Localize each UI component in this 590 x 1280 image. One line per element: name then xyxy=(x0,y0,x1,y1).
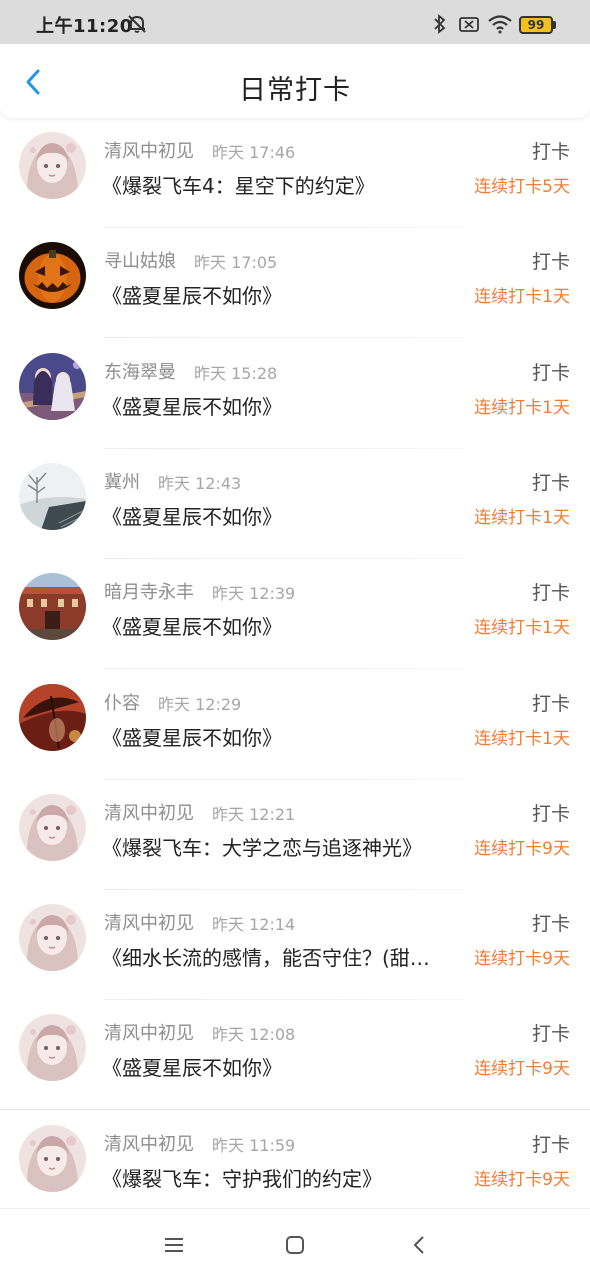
action-label: 打卡 xyxy=(531,1133,570,1156)
menu-icon[interactable] xyxy=(162,1233,186,1257)
book-title[interactable]: 《盛夏星辰不如你》 xyxy=(102,391,458,420)
streak-badge: 连续打卡5天 xyxy=(474,177,570,197)
user-name[interactable]: 清风中初见 xyxy=(104,137,194,163)
post-time: 昨天 12:08 xyxy=(212,1025,296,1045)
post-time: 昨天 12:14 xyxy=(212,915,296,935)
book-title[interactable]: 《爆裂飞车：大学之恋与追逐神光》 xyxy=(102,832,458,861)
avatar[interactable] xyxy=(19,573,86,641)
no-sim-icon xyxy=(459,17,479,32)
checkin-item[interactable]: 清风中初见 昨天 12:14 打卡《细水长流的感情，能否守住？(甜… 连续打卡9天 xyxy=(0,890,590,1001)
user-name[interactable]: 寻山姑娘 xyxy=(104,247,176,273)
streak-badge: 连续打卡9天 xyxy=(474,949,570,970)
action-label: 打卡 xyxy=(531,692,570,715)
checkin-item[interactable]: 东海翠曼 昨天 15:28 打卡《盛夏星辰不如你》 连续打卡1天 xyxy=(0,339,590,449)
wifi-icon xyxy=(488,15,512,34)
checkin-item[interactable]: 仆容 昨天 12:29 打卡《盛夏星辰不如你》 连续打卡1天 xyxy=(0,670,590,780)
streak-badge: 连续打卡1天 xyxy=(474,287,570,308)
avatar[interactable] xyxy=(19,683,86,751)
book-title[interactable]: 《盛夏星辰不如你》 xyxy=(102,1052,458,1081)
action-label: 打卡 xyxy=(531,251,570,274)
streak-badge: 连续打卡1天 xyxy=(474,728,570,749)
book-title[interactable]: 《盛夏星辰不如你》 xyxy=(102,501,458,530)
book-title[interactable]: 《盛夏星辰不如你》 xyxy=(102,280,458,309)
checkin-item[interactable]: 清风中初见 昨天 12:08 打卡《盛夏星辰不如你》 连续打卡9天 xyxy=(0,1000,590,1111)
streak-badge: 连续打卡9天 xyxy=(474,1169,570,1190)
user-name[interactable]: 暗月寺永丰 xyxy=(104,578,194,604)
streak-badge: 连续打卡1天 xyxy=(474,618,570,639)
checkin-item[interactable]: 暗月寺永丰 昨天 12:39 打卡《盛夏星辰不如你》 连续打卡1天 xyxy=(0,559,590,670)
post-time: 昨天 12:39 xyxy=(212,584,296,604)
avatar[interactable] xyxy=(19,904,86,972)
post-time: 昨天 17:46 xyxy=(212,143,296,162)
user-name[interactable]: 清风中初见 xyxy=(104,1019,194,1045)
checkin-item[interactable]: 清风中初见 昨天 11:59 打卡《爆裂飞车：守护我们的约定》 连续打卡9天 xyxy=(0,1111,590,1208)
post-time: 昨天 15:28 xyxy=(194,363,278,383)
action-label: 打卡 xyxy=(531,913,570,936)
action-label: 打卡 xyxy=(531,471,570,494)
post-time: 昨天 12:29 xyxy=(158,694,242,714)
streak-badge: 连续打卡9天 xyxy=(474,1059,570,1080)
action-label: 打卡 xyxy=(531,361,570,384)
checkin-item[interactable]: 清风中初见 昨天 17:46 打卡《爆裂飞车4：星空下的约定》 连续打卡5天 xyxy=(0,118,590,228)
user-name[interactable]: 冀州 xyxy=(104,468,140,494)
battery-icon: 99 xyxy=(519,16,557,34)
streak-badge: 连续打卡9天 xyxy=(474,838,570,859)
user-name[interactable]: 清风中初见 xyxy=(104,1130,194,1156)
book-title[interactable]: 《爆裂飞车4：星空下的约定》 xyxy=(102,170,458,199)
book-title[interactable]: 《盛夏星辰不如你》 xyxy=(102,611,458,640)
streak-badge: 连续打卡1天 xyxy=(474,397,570,418)
action-label: 打卡 xyxy=(531,802,570,825)
avatar[interactable] xyxy=(19,1014,86,1082)
checkin-item[interactable]: 冀州 昨天 12:43 打卡《盛夏星辰不如你》 连续打卡1天 xyxy=(0,449,590,559)
user-name[interactable]: 仆容 xyxy=(104,689,140,715)
post-time: 昨天 12:43 xyxy=(158,473,242,493)
user-name[interactable]: 东海翠曼 xyxy=(104,358,176,384)
bluetooth-icon xyxy=(434,14,446,34)
battery-level: 99 xyxy=(527,18,545,32)
post-time: 昨天 12:21 xyxy=(212,804,296,824)
checkin-item[interactable]: 寻山姑娘 昨天 17:05 打卡《盛夏星辰不如你》 连续打卡1天 xyxy=(0,228,590,339)
book-title[interactable]: 《盛夏星辰不如你》 xyxy=(102,722,458,751)
avatar[interactable] xyxy=(19,1124,86,1192)
checkin-item[interactable]: 清风中初见 昨天 12:21 打卡《爆裂飞车：大学之恋与追逐神光》 连续打卡9天 xyxy=(0,780,590,890)
post-time: 昨天 17:05 xyxy=(194,253,278,273)
home-square-icon[interactable] xyxy=(283,1233,307,1257)
back-triangle-icon[interactable] xyxy=(408,1233,432,1257)
action-label: 打卡 xyxy=(531,1023,570,1046)
system-nav-bar xyxy=(0,1208,590,1280)
action-label: 打卡 xyxy=(531,141,570,163)
avatar[interactable] xyxy=(19,462,86,530)
page-title: 日常打卡 xyxy=(239,75,351,106)
post-time: 昨天 11:59 xyxy=(212,1135,296,1155)
avatar[interactable] xyxy=(19,132,86,199)
checkin-list: 清风中初见 昨天 17:46 打卡 《爆裂飞车4：星空下的约定》 连续打卡5天 寻山姑娘昨… xyxy=(0,118,590,1208)
book-title[interactable]: 《细水长流的感情，能否守住？(甜… xyxy=(102,942,458,971)
header-bar: 日常打卡 xyxy=(0,44,590,118)
avatar[interactable] xyxy=(19,793,86,861)
status-bar: 上午11:20 99 xyxy=(0,0,590,44)
action-label: 打卡 xyxy=(531,582,570,605)
avatar[interactable] xyxy=(19,242,86,310)
avatar[interactable] xyxy=(19,352,86,420)
user-name[interactable]: 清风中初见 xyxy=(104,799,194,825)
status-time: 上午11:20 xyxy=(36,16,133,37)
book-title[interactable]: 《爆裂飞车：守护我们的约定》 xyxy=(102,1163,458,1192)
user-name[interactable]: 清风中初见 xyxy=(104,909,194,935)
bell-off-icon xyxy=(128,15,146,33)
streak-badge: 连续打卡1天 xyxy=(474,507,570,528)
